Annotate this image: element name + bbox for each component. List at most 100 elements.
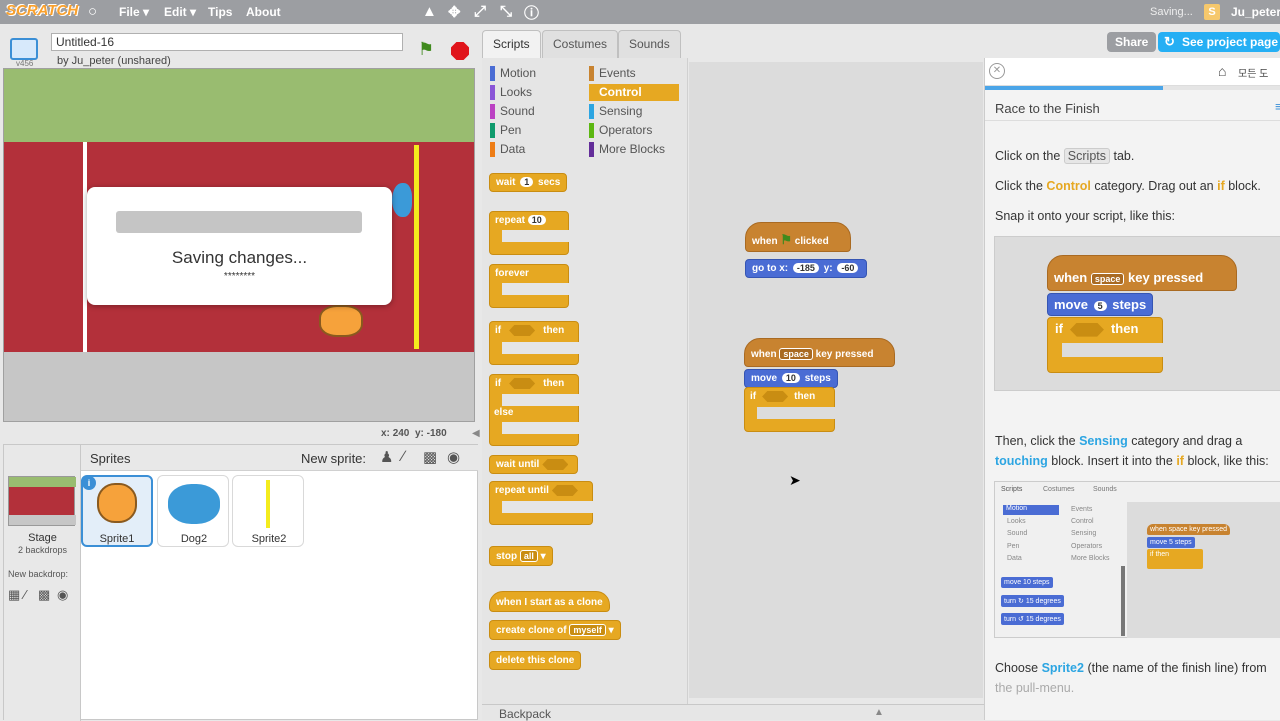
help-tool-icon[interactable]: ⓘ xyxy=(524,2,539,23)
camera-backdrop-icon[interactable]: ◉ xyxy=(57,587,68,603)
shrink-tool-icon[interactable]: ⤡ xyxy=(500,3,512,20)
example-tab-scripts: Scripts xyxy=(1001,486,1023,493)
cat-thumbnail xyxy=(97,483,137,523)
scripts-area[interactable]: when ⚑ clicked go to x: -185 y: -60 when… xyxy=(689,62,983,698)
file-menu[interactable]: File ▾ xyxy=(119,5,149,19)
tips-menu[interactable]: Tips xyxy=(208,5,232,19)
stage-column: Stage 2 backdrops New backdrop: ▦ ∕ ▩ ◉ xyxy=(4,445,81,721)
info-icon[interactable]: i xyxy=(82,476,96,490)
example-tab-sounds: Sounds xyxy=(1093,486,1117,493)
block-if-then[interactable]: if then xyxy=(489,321,579,365)
script-if-then[interactable]: if then xyxy=(744,387,835,432)
cat-sprite[interactable] xyxy=(319,305,363,337)
home-icon[interactable]: ⌂ xyxy=(1218,63,1226,79)
share-button[interactable]: Share xyxy=(1107,32,1157,52)
category-looks[interactable]: Looks xyxy=(490,84,536,101)
menu-icon[interactable]: ≡ xyxy=(1275,99,1280,114)
stage-canvas[interactable]: Saving changes... ******** xyxy=(3,68,475,422)
tips-progress xyxy=(985,86,1280,90)
dog-sprite[interactable] xyxy=(392,183,412,217)
category-control[interactable]: Control xyxy=(589,84,679,101)
category-sound[interactable]: Sound xyxy=(490,103,536,120)
category-list-right: Events Control Sensing Operators More Bl… xyxy=(589,65,679,158)
all-tips-link[interactable]: 모든 도 xyxy=(1238,65,1268,80)
script-when-key-pressed[interactable]: when space key pressed xyxy=(744,338,895,367)
tab-sounds[interactable]: Sounds xyxy=(618,30,681,58)
sprite-pane: Stage 2 backdrops New backdrop: ▦ ∕ ▩ ◉ … xyxy=(3,444,478,721)
block-palette: Motion Looks Sound Pen Data Events Contr… xyxy=(482,58,688,704)
category-sensing[interactable]: Sensing xyxy=(589,103,679,120)
script-move-steps[interactable]: move 10 steps xyxy=(744,369,838,388)
cut-tool-icon[interactable]: ✥ xyxy=(448,3,461,21)
category-more-blocks[interactable]: More Blocks xyxy=(589,141,679,158)
block-repeat-until[interactable]: repeat until xyxy=(489,481,593,525)
category-motion[interactable]: Motion xyxy=(490,65,536,82)
block-when-clone-start[interactable]: when I start as a clone xyxy=(489,591,610,612)
close-icon[interactable]: ✕ xyxy=(989,63,1005,79)
block-wait-until[interactable]: wait until xyxy=(489,455,579,475)
sprite-library-icon[interactable]: ♟ xyxy=(380,448,393,466)
dog-thumbnail xyxy=(168,484,220,524)
sprite-name: Sprite2 xyxy=(251,533,287,545)
mouse-cursor-icon: ➤ xyxy=(789,472,801,488)
menu-bar: SCRATCH ○ File ▾ Edit ▾ Tips About ▲ ✥ ⤢… xyxy=(0,0,1280,24)
tab-scripts[interactable]: Scripts xyxy=(482,30,541,60)
tip-step-5-cont: the pull-menu. xyxy=(995,681,1075,695)
stage-ground xyxy=(4,352,474,421)
paint-backdrop-icon[interactable]: ▦ xyxy=(8,587,20,603)
save-status: Saving... xyxy=(1150,6,1193,18)
tip-step-5: Choose Sprite2 (the name of the finish l… xyxy=(995,661,1267,675)
block-stop[interactable]: stop all ▾ xyxy=(489,546,553,566)
camera-sprite-icon[interactable]: ◉ xyxy=(447,448,460,466)
block-delete-clone[interactable]: delete this clone xyxy=(489,651,582,670)
category-operators[interactable]: Operators xyxy=(589,122,679,139)
see-project-page-button[interactable]: ↻ See project page xyxy=(1158,32,1280,52)
saving-dialog: Saving changes... ******** xyxy=(87,187,392,305)
finish-line-sprite[interactable] xyxy=(414,145,419,349)
upload-backdrop-icon[interactable]: ▩ xyxy=(38,587,50,603)
tip-step-3: Snap it onto your script, like this: xyxy=(995,209,1175,223)
project-title-input[interactable]: Untitled-16 xyxy=(51,33,403,51)
backpack-toggle-icon[interactable]: ▲ xyxy=(874,707,884,718)
block-create-clone[interactable]: create clone of myself ▾ xyxy=(489,620,621,640)
sprite-name: Dog2 xyxy=(180,533,208,545)
about-menu[interactable]: About xyxy=(246,5,281,19)
sprite-thumb-sprite2[interactable]: Sprite2 xyxy=(232,475,304,547)
globe-icon[interactable]: ○ xyxy=(88,3,97,20)
script-when-flag-clicked[interactable]: when ⚑ clicked xyxy=(745,222,851,252)
upload-sprite-icon[interactable]: ▩ xyxy=(423,448,437,466)
stage-grass xyxy=(4,69,474,142)
category-list-left: Motion Looks Sound Pen Data xyxy=(490,65,536,158)
new-backdrop-label: New backdrop: xyxy=(8,569,69,579)
scratch-logo[interactable]: SCRATCH xyxy=(6,2,78,19)
tips-progress-fill xyxy=(985,86,1163,90)
edit-menu[interactable]: Edit ▾ xyxy=(164,5,196,19)
stage-thumbnail[interactable] xyxy=(8,476,76,526)
block-forever[interactable]: forever xyxy=(489,264,569,308)
duplicate-tool-icon[interactable]: ▲ xyxy=(422,3,437,20)
category-pen[interactable]: Pen xyxy=(490,122,536,139)
category-data[interactable]: Data xyxy=(490,141,536,158)
block-if-else[interactable]: if then else xyxy=(489,374,579,446)
draw-backdrop-icon[interactable]: ∕ xyxy=(24,587,26,602)
tips-panel: ✕ ⌂ 모든 도 Race to the Finish ≡ Click on t… xyxy=(984,58,1280,720)
script-go-to-xy[interactable]: go to x: -185 y: -60 xyxy=(745,259,868,278)
tip-example-image-1: when space key pressed move 5 steps if th… xyxy=(994,236,1280,391)
paint-sprite-icon[interactable]: ∕ xyxy=(402,448,405,465)
stop-sign-icon[interactable] xyxy=(451,42,469,60)
user-icon[interactable]: S xyxy=(1204,4,1220,20)
grow-tool-icon[interactable]: ⤢ xyxy=(474,3,486,20)
example-when-key-pressed: when space key pressed xyxy=(1047,255,1237,291)
presentation-mode-icon[interactable] xyxy=(10,38,38,60)
refresh-icon: ↻ xyxy=(1164,34,1175,49)
green-flag-icon[interactable]: ⚑ xyxy=(418,39,434,60)
block-repeat[interactable]: repeat 10 xyxy=(489,211,569,255)
sprite-thumb-dog2[interactable]: Dog2 xyxy=(157,475,229,547)
backpack[interactable]: Backpack ▲ xyxy=(482,704,984,721)
collapse-stage-icon[interactable]: ◀ xyxy=(472,428,480,439)
category-events[interactable]: Events xyxy=(589,65,679,82)
tab-costumes[interactable]: Costumes xyxy=(542,30,619,58)
block-wait[interactable]: wait 1 secs xyxy=(489,173,568,192)
username[interactable]: Ju_peter xyxy=(1231,5,1280,19)
sprite-thumb-sprite1[interactable]: i Sprite1 xyxy=(81,475,153,547)
